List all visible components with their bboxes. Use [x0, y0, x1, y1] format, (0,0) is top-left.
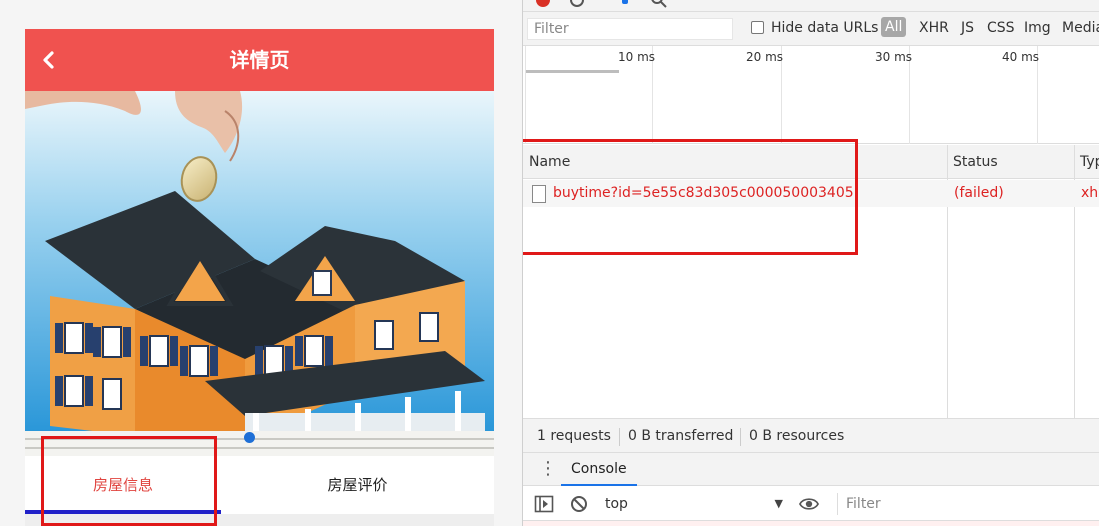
phone-viewport: 详情页 房屋信息 房屋评价: [25, 29, 494, 526]
tab-house-reviews[interactable]: 房屋评价: [221, 456, 494, 514]
waterfall-overview[interactable]: 10 ms 20 ms 30 ms 40 ms: [523, 46, 1099, 144]
type-filter-media[interactable]: Media: [1062, 20, 1099, 36]
resources-size: 0 B resources: [749, 428, 845, 444]
request-status: (failed): [954, 185, 1004, 201]
column-status[interactable]: Status: [947, 145, 998, 179]
banner-carousel[interactable]: [25, 91, 494, 456]
clear-console-icon[interactable]: [569, 494, 589, 514]
timeline-tick: 20 ms: [746, 50, 784, 64]
timeline-tick: 10 ms: [618, 50, 656, 64]
console-filter-input[interactable]: [837, 493, 1099, 515]
type-filter-css[interactable]: CSS: [987, 20, 1015, 36]
context-value: top: [605, 496, 628, 512]
tab-console[interactable]: Console: [561, 453, 637, 486]
network-summary-bar: 1 requests 0 B transferred 0 B resources: [523, 418, 1099, 453]
drawer-tabbar: ⋮ Console: [523, 453, 1099, 486]
request-filter-input[interactable]: [527, 18, 733, 40]
console-toolbar: top ▼: [523, 487, 1099, 521]
timeline-tick: 30 ms: [875, 50, 913, 64]
request-name[interactable]: buytime?id=5e55c83d305c000050003405: [553, 180, 854, 207]
house-model-image: [25, 91, 494, 456]
type-filter-xhr[interactable]: XHR: [919, 20, 949, 36]
carousel-dot[interactable]: [244, 432, 255, 443]
sidebar-toggle-icon[interactable]: [534, 494, 554, 514]
context-select[interactable]: top ▼: [605, 493, 783, 515]
type-filter-js[interactable]: JS: [961, 20, 974, 36]
mobile-preview: 详情页 房屋信息 房屋评价: [0, 0, 522, 526]
requests-count: 1 requests: [537, 428, 611, 444]
detail-tabs: 房屋信息 房屋评价: [25, 456, 494, 514]
console-error-strip: [523, 521, 1099, 526]
more-options-icon[interactable]: ⋮: [539, 459, 557, 479]
network-toolbar: [523, 0, 1099, 12]
timeline-tick: 40 ms: [1002, 50, 1040, 64]
record-icon[interactable]: [535, 0, 551, 8]
timeline-range-bar: [526, 70, 619, 73]
request-type: xhr: [1081, 185, 1099, 201]
column-type[interactable]: Typ: [1074, 145, 1099, 179]
caret-down-icon: ▼: [774, 497, 783, 510]
search-icon[interactable]: [651, 0, 667, 8]
hide-data-urls-label: Hide data URLs: [771, 20, 879, 36]
column-name[interactable]: Name: [523, 145, 570, 179]
table-row[interactable]: buytime?id=5e55c83d305c000050003405 (fai…: [523, 180, 1099, 207]
clear-icon[interactable]: [569, 0, 585, 8]
page-title: 详情页: [229, 48, 290, 72]
header-bar: 详情页: [25, 29, 494, 91]
type-filter-all[interactable]: All: [881, 17, 907, 37]
requests-table-header: Name Status Typ: [523, 145, 1099, 179]
filter-bar: Hide data URLs All XHR JS CSS Img Media: [523, 12, 1099, 46]
transferred-size: 0 B transferred: [628, 428, 734, 444]
eye-icon[interactable]: [799, 494, 819, 514]
type-filter-img[interactable]: Img: [1024, 20, 1051, 36]
file-icon: [532, 185, 546, 203]
content-divider: [25, 514, 494, 526]
hide-data-urls-checkbox[interactable]: [751, 21, 764, 34]
tab-house-info[interactable]: 房屋信息: [25, 456, 221, 514]
filter-icon[interactable]: [619, 0, 631, 8]
devtools-panel: Hide data URLs All XHR JS CSS Img Media …: [522, 0, 1099, 526]
